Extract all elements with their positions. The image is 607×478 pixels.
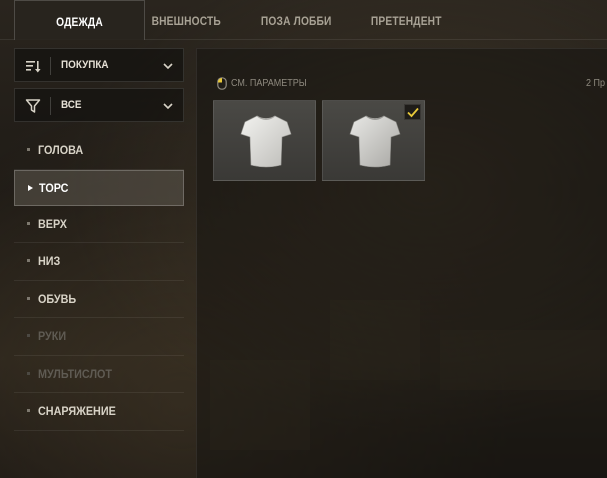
item-card[interactable]: [213, 100, 316, 181]
category-label: ВЕРХ: [38, 216, 68, 231]
category-multislot: МУЛЬТИСЛОТ: [14, 356, 184, 393]
tab-appearance[interactable]: ВНЕШНОСТЬ: [148, 0, 225, 40]
bullet-icon: [27, 334, 30, 337]
chevron-down-icon: [163, 103, 173, 110]
top-tab-bar: ОДЕЖДА ВНЕШНОСТЬ ПОЗА ЛОББИ ПРЕТЕНДЕНТ: [0, 0, 607, 40]
sort-dropdown-label: ПОКУПКА: [61, 59, 109, 71]
bullet-icon: [27, 221, 30, 225]
bullet-icon: [27, 296, 30, 300]
mouse-icon: [217, 77, 227, 90]
tshirt-icon: [349, 115, 401, 168]
tab-contender[interactable]: ПРЕТЕНДЕНТ: [368, 0, 445, 40]
category-label: ГОЛОВА: [38, 143, 84, 157]
dropdown-separator: [50, 97, 51, 115]
sort-dropdown[interactable]: ПОКУПКА: [14, 48, 184, 82]
item-count-label: 2 Пр: [586, 78, 605, 89]
tab-clothing[interactable]: ОДЕЖДА: [14, 0, 145, 40]
left-panel: ПОКУПКА ВСЕ ГОЛОВА ТОРС ВЕРХ НИЗ ОБУВЬ Р…: [14, 48, 184, 478]
tshirt-icon: [240, 115, 292, 168]
category-bottom[interactable]: НИЗ: [14, 243, 184, 281]
category-label: ТОРС: [39, 180, 69, 195]
category-top[interactable]: ВЕРХ: [14, 206, 184, 243]
category-torso[interactable]: ТОРС: [14, 169, 184, 206]
tab-lobby-pose[interactable]: ПОЗА ЛОББИ: [258, 0, 335, 40]
view-parameters-label: СМ. ПАРАМЕТРЫ: [231, 78, 307, 89]
arrow-right-icon: [28, 184, 33, 191]
category-equipment[interactable]: СНАРЯЖЕНИЕ: [14, 393, 184, 431]
bullet-icon: [27, 148, 30, 151]
bullet-icon: [27, 259, 30, 262]
filter-dropdown-label: ВСЕ: [61, 99, 82, 111]
category-list: ГОЛОВА ТОРС ВЕРХ НИЗ ОБУВЬ РУКИ МУЛЬТИСЛ…: [14, 132, 184, 431]
category-head[interactable]: ГОЛОВА: [14, 132, 184, 170]
filter-dropdown[interactable]: ВСЕ: [14, 88, 184, 122]
category-label: НИЗ: [38, 254, 61, 268]
equipped-badge: [404, 104, 421, 120]
item-card-equipped[interactable]: [322, 100, 425, 181]
sort-icon: [26, 61, 41, 73]
bullet-icon: [27, 371, 30, 375]
dropdown-separator: [50, 57, 51, 75]
category-shoes[interactable]: ОБУВЬ: [14, 281, 184, 318]
items-panel: СМ. ПАРАМЕТРЫ 2 Пр: [196, 48, 607, 478]
category-label: СНАРЯЖЕНИЕ: [38, 404, 116, 418]
category-label: МУЛЬТИСЛОТ: [38, 366, 113, 381]
filter-icon: [25, 99, 41, 113]
category-label: РУКИ: [38, 329, 67, 343]
checkmark-icon: [407, 107, 419, 118]
chevron-down-icon: [163, 63, 173, 70]
category-label: ОБУВЬ: [38, 291, 77, 306]
category-hands: РУКИ: [14, 318, 184, 356]
bullet-icon: [27, 409, 30, 412]
